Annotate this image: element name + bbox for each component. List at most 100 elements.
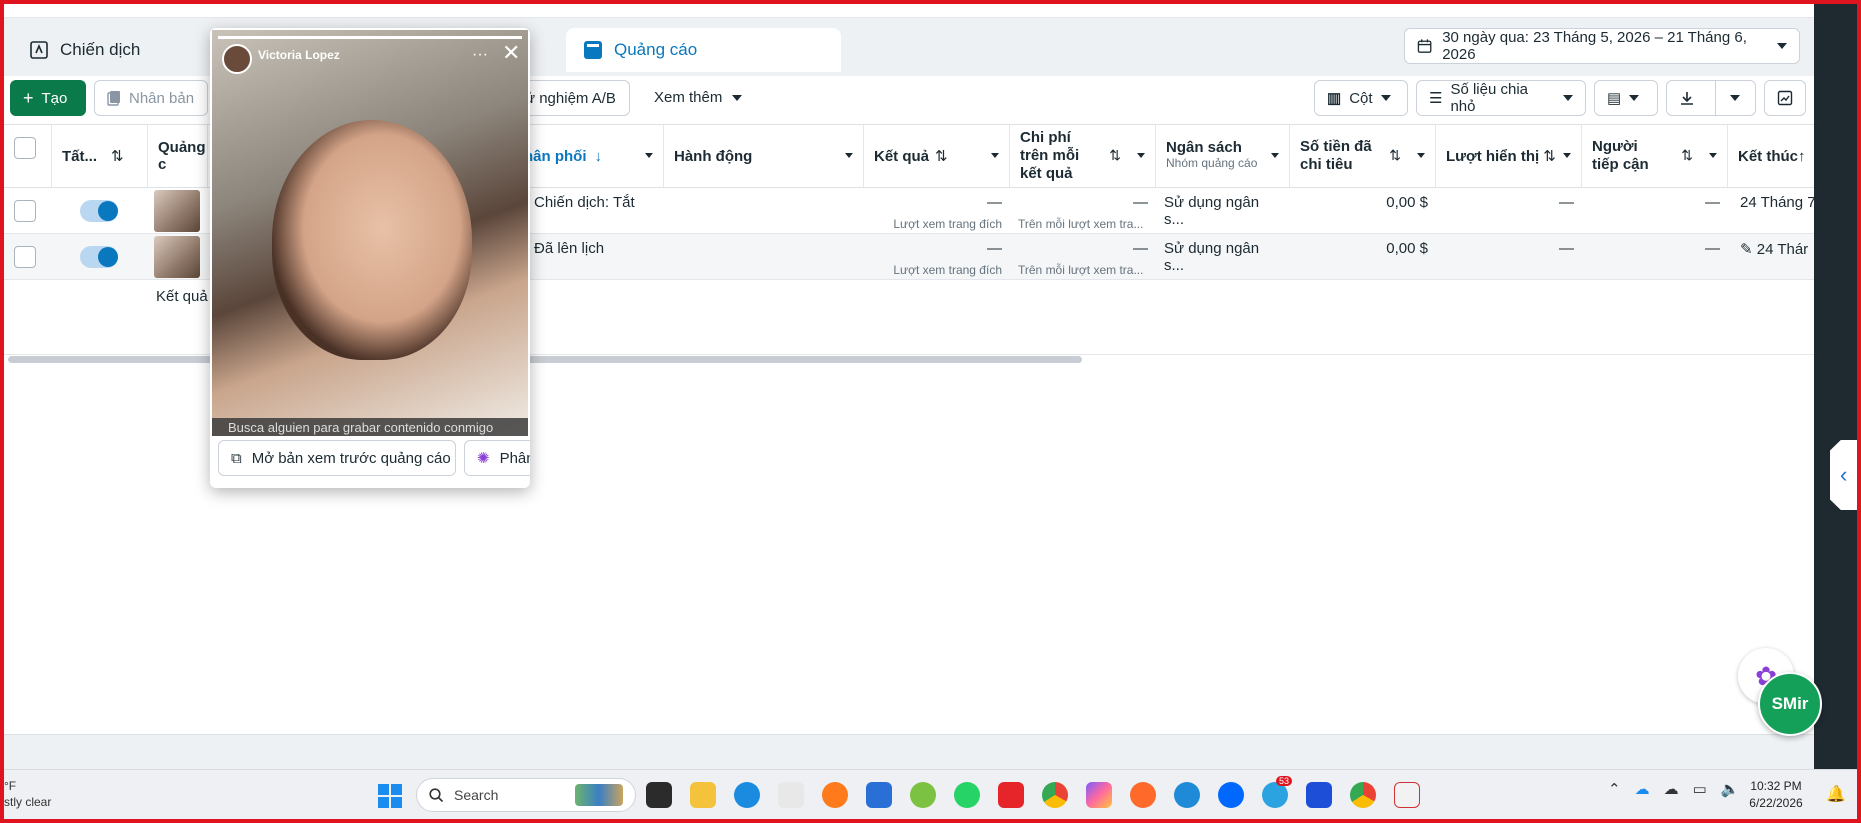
row-checkbox[interactable]: [14, 246, 36, 268]
top-strip: [4, 4, 1814, 18]
vs-code-icon[interactable]: [1306, 782, 1332, 808]
chevron-down-icon[interactable]: [1271, 153, 1279, 158]
breakdown-button[interactable]: ☰ Số liệu chia nhỏ: [1416, 80, 1586, 116]
export-menu-toggle[interactable]: [1714, 81, 1755, 115]
ends-value: 24 Thár: [1756, 241, 1809, 258]
search-label: Search: [454, 787, 499, 803]
select-all-checkbox[interactable]: [14, 137, 36, 159]
header-delivery[interactable]: hân phối ↓: [514, 125, 664, 187]
store-icon[interactable]: [866, 782, 892, 808]
close-icon[interactable]: ✕: [502, 42, 520, 64]
header-amount-spent[interactable]: Số tiền đã chi tiêu ⇅: [1290, 125, 1436, 187]
header-reach[interactable]: Người tiếp cận ⇅: [1582, 125, 1728, 187]
date-range-picker[interactable]: 30 ngày qua: 23 Tháng 5, 2026 – 21 Tháng…: [1404, 28, 1800, 64]
reports-button[interactable]: ▤: [1594, 80, 1658, 116]
sort-icon[interactable]: ⇅: [1109, 147, 1121, 164]
clock[interactable]: 10:32 PM 6/22/2026: [1744, 778, 1808, 812]
ad-toggle[interactable]: [80, 200, 118, 222]
display-icon[interactable]: ▭: [1693, 780, 1707, 798]
ad-toggle[interactable]: [80, 246, 118, 268]
preview-username: Victoria Lopez: [258, 48, 340, 62]
file-explorer-icon[interactable]: [690, 782, 716, 808]
analyze-button[interactable]: ✺ Phân: [464, 440, 530, 476]
chevron-down-icon: [1380, 95, 1391, 101]
taskbar-search[interactable]: Search: [416, 778, 636, 812]
chevron-down-icon[interactable]: [1709, 153, 1717, 158]
sort-icon[interactable]: ⇅: [935, 147, 948, 165]
header-cost-per-result[interactable]: Chi phí trên mỗi kết quả ⇅: [1010, 125, 1156, 187]
duplicate-button[interactable]: Nhân bản: [94, 80, 208, 116]
header-select-all[interactable]: [4, 125, 52, 187]
sort-icon[interactable]: ⇅: [1681, 147, 1693, 164]
whatsapp-icon[interactable]: [954, 782, 980, 808]
horizontal-scrollbar[interactable]: [8, 356, 1082, 363]
chevron-down-icon[interactable]: [845, 153, 853, 158]
export-button[interactable]: [1666, 80, 1756, 116]
sort-down-icon[interactable]: ↓: [595, 148, 603, 165]
copilot-icon[interactable]: [1086, 782, 1112, 808]
open-preview-button[interactable]: ⧉ Mở bản xem trước quảng cáo: [218, 440, 456, 476]
tab-ads[interactable]: Quảng cáo: [566, 28, 841, 72]
chrome-icon[interactable]: [1350, 782, 1376, 808]
header-impressions[interactable]: Lượt hiển thị ⇅: [1436, 125, 1582, 187]
chevron-down-icon[interactable]: [1563, 153, 1571, 158]
volume-icon[interactable]: 🔈: [1721, 780, 1740, 798]
telegram-icon[interactable]: 53: [1262, 776, 1293, 808]
ad-thumbnail[interactable]: [154, 236, 200, 278]
chart-icon: [1777, 90, 1793, 106]
firefox-icon[interactable]: [822, 782, 848, 808]
chevron-down-icon: [1563, 95, 1573, 101]
cloud-off-icon[interactable]: ☁: [1664, 780, 1679, 798]
onedrive-icon[interactable]: ☁: [1635, 780, 1650, 798]
row-checkbox[interactable]: [14, 200, 36, 222]
header-actions[interactable]: Hành động: [664, 125, 864, 187]
edge-icon[interactable]: [734, 782, 760, 808]
app-green-icon[interactable]: [910, 782, 936, 808]
create-button[interactable]: + Tạo: [10, 80, 86, 116]
sort-icon[interactable]: ⇅: [1543, 147, 1556, 165]
search-highlight-art: [575, 784, 623, 806]
right-rail: [1814, 4, 1857, 769]
header-budget[interactable]: Ngân sách Nhóm quảng cáo: [1156, 125, 1290, 187]
weather-widget[interactable]: °F stly clear: [4, 778, 51, 810]
windows-start-icon[interactable]: [378, 784, 402, 808]
download-icon[interactable]: [1667, 81, 1707, 115]
sort-up-icon[interactable]: ↑: [1798, 148, 1806, 165]
chevron-down-icon[interactable]: [1137, 153, 1145, 158]
chrome-icon[interactable]: [1042, 782, 1068, 808]
more-options-icon[interactable]: ···: [472, 46, 488, 64]
avatar: [222, 44, 252, 74]
header-ends[interactable]: Kết thúc ↑: [1728, 125, 1814, 187]
header-status[interactable]: Tất... ⇅: [52, 125, 148, 187]
header-results[interactable]: Kết quả ⇅: [864, 125, 1010, 187]
sort-icon[interactable]: ⇅: [111, 147, 124, 165]
chevron-down-icon[interactable]: [645, 153, 653, 158]
columns-button[interactable]: ▥ Cột: [1314, 80, 1408, 116]
task-view-icon[interactable]: [646, 782, 672, 808]
firefox-icon[interactable]: [1130, 782, 1156, 808]
smir-chat-button[interactable]: SMir: [1758, 672, 1822, 736]
chart-button[interactable]: [1764, 80, 1806, 116]
chevron-up-icon[interactable]: ⌃: [1608, 780, 1621, 798]
header-ad[interactable]: Quảng c: [148, 125, 208, 187]
remote-desktop-icon[interactable]: [1174, 782, 1200, 808]
results-value: —: [987, 240, 1002, 257]
chevron-down-icon[interactable]: [991, 153, 999, 158]
preview-caption: Busca alguien para grabar contenido conm…: [212, 418, 528, 436]
bell-icon[interactable]: 🔔: [1826, 784, 1846, 804]
side-panel-toggle[interactable]: ‹: [1830, 440, 1857, 510]
paint-icon[interactable]: [1394, 782, 1420, 808]
snipping-tool-icon[interactable]: [778, 782, 804, 808]
wps-office-icon[interactable]: [998, 782, 1024, 808]
zalo-icon[interactable]: [1218, 782, 1244, 808]
search-icon: [429, 787, 444, 802]
chevron-down-icon: [1730, 95, 1741, 101]
see-more-button[interactable]: Xem thêm: [654, 89, 743, 106]
sort-icon[interactable]: ⇅: [1389, 147, 1401, 164]
chevron-down-icon[interactable]: [1417, 153, 1425, 158]
ad-thumbnail[interactable]: [154, 190, 200, 232]
edit-icon[interactable]: ✎: [1740, 241, 1753, 258]
cost-cell: — Trên mỗi lượt xem tra...: [1010, 234, 1156, 280]
sparkle-icon: ✺: [477, 450, 490, 467]
preview-photo: [272, 120, 472, 360]
